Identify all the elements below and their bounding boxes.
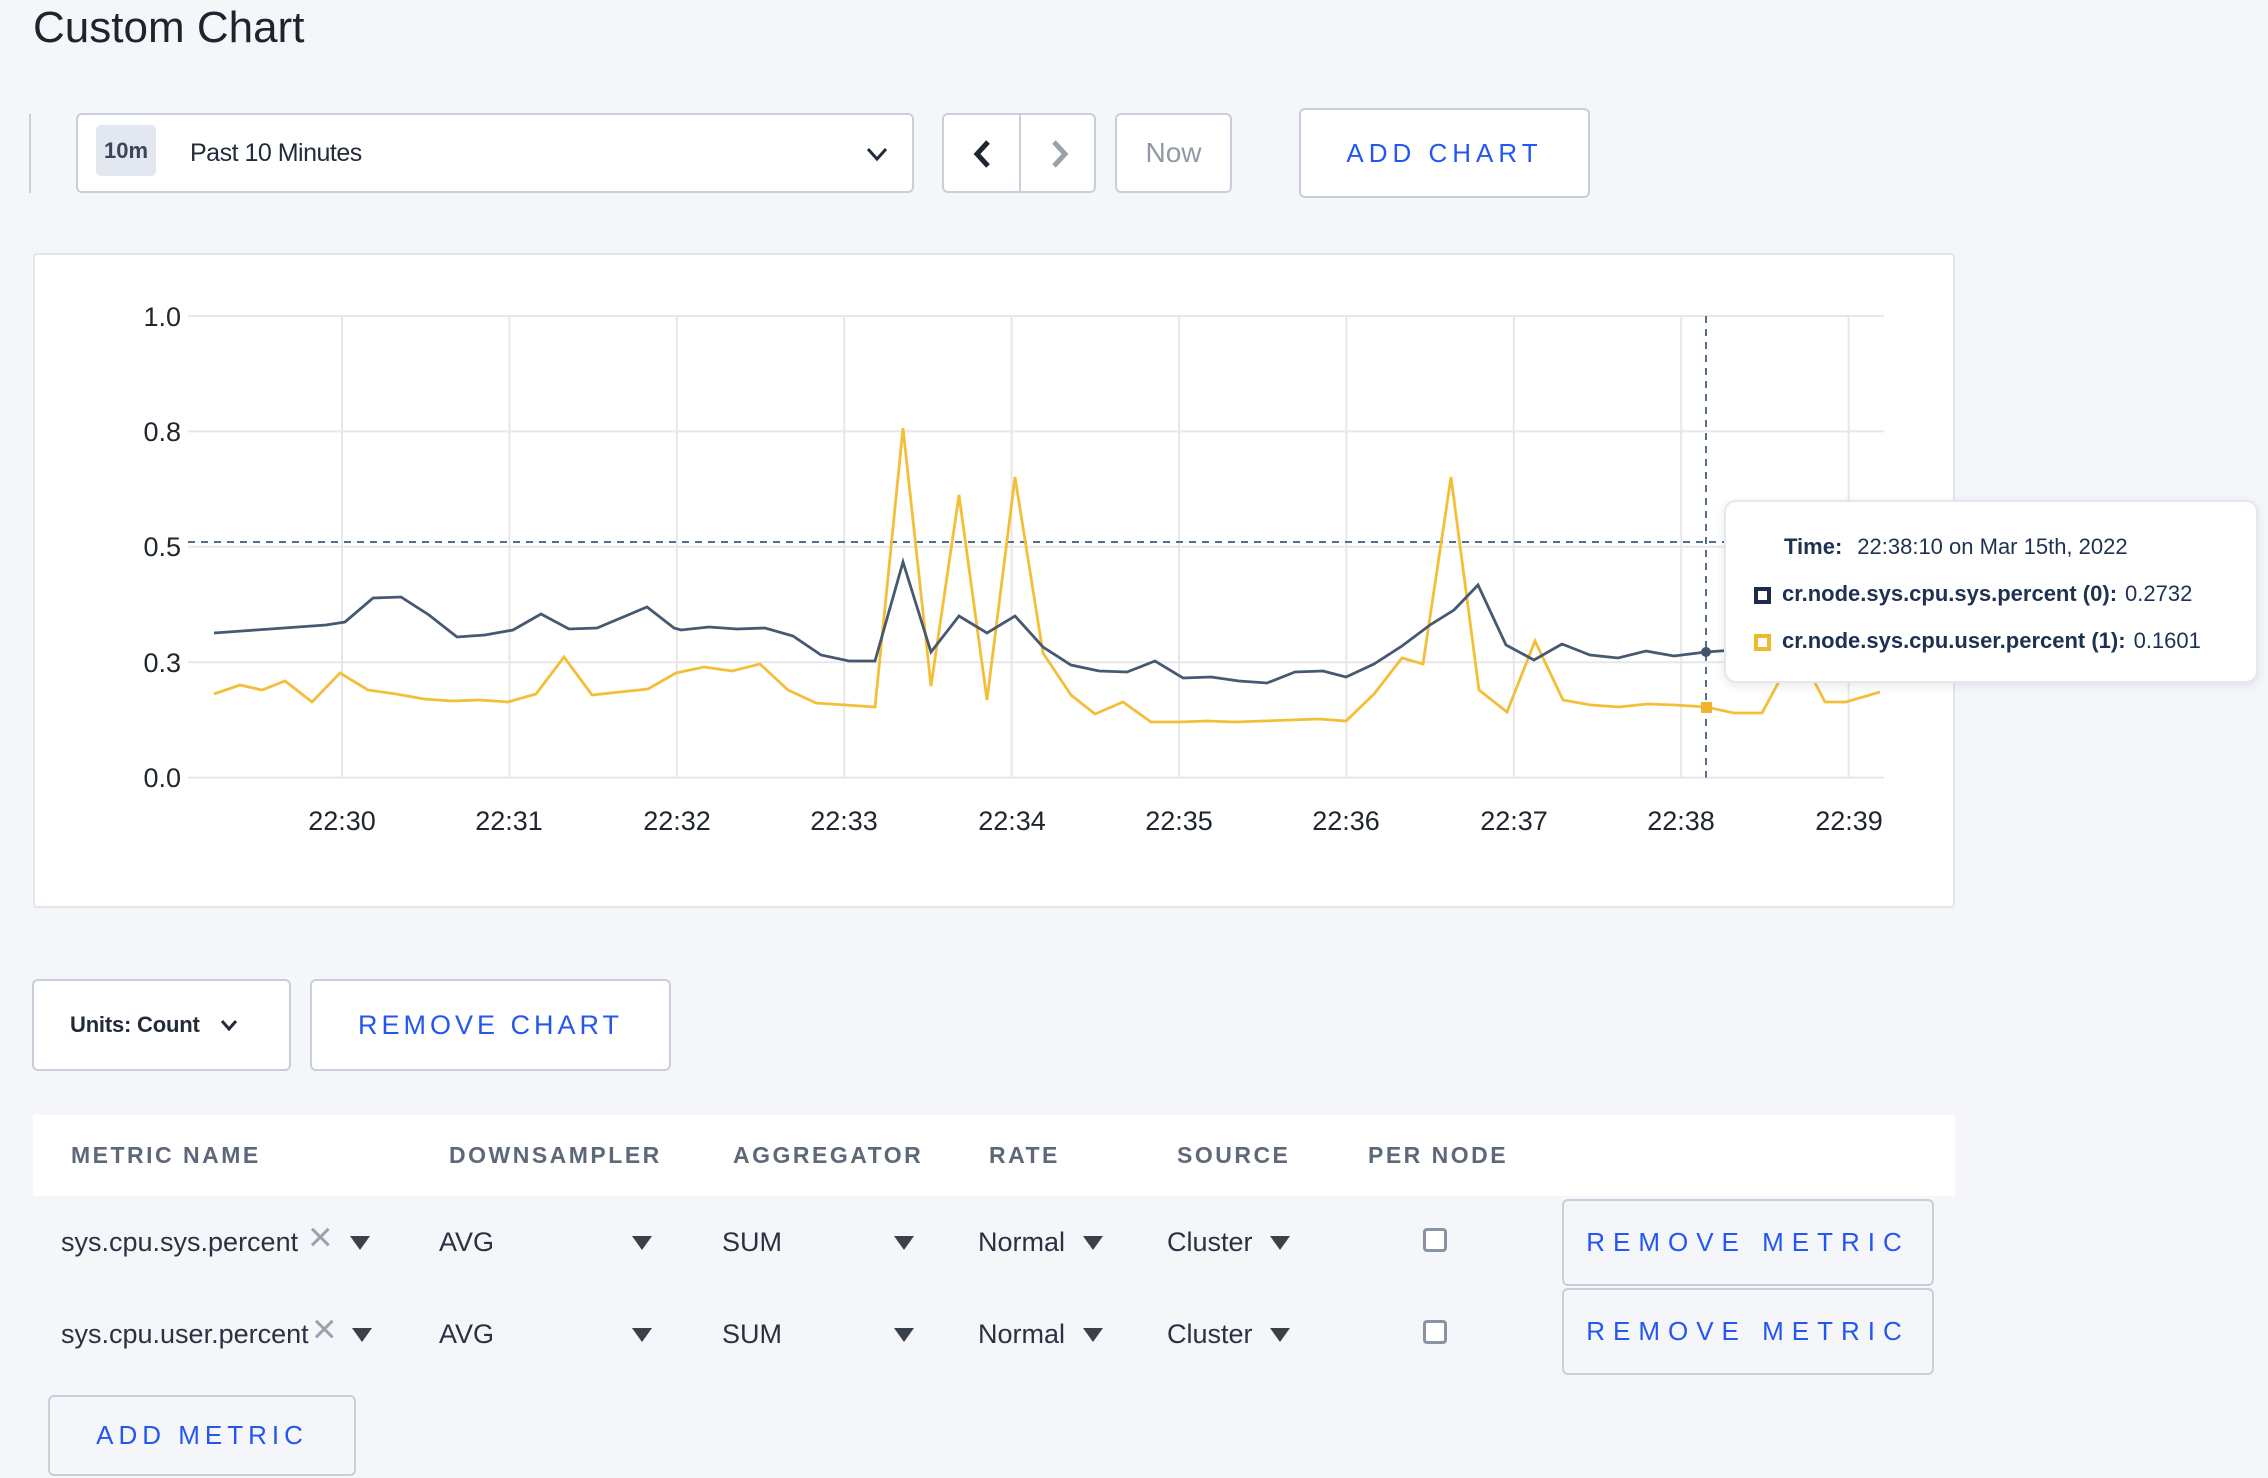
svg-text:22:31: 22:31 [475,806,543,836]
svg-text:22:35: 22:35 [1145,806,1213,836]
svg-text:22:36: 22:36 [1312,806,1380,836]
svg-text:22:38: 22:38 [1647,806,1715,836]
svg-text:22:30: 22:30 [308,806,376,836]
svg-text:0.5: 0.5 [143,532,181,562]
svg-text:0.8: 0.8 [143,417,181,447]
svg-text:22:33: 22:33 [810,806,878,836]
svg-text:1.0: 1.0 [143,302,181,332]
svg-text:22:39: 22:39 [1815,806,1883,836]
svg-text:22:32: 22:32 [643,806,711,836]
svg-text:22:37: 22:37 [1480,806,1548,836]
svg-text:22:34: 22:34 [978,806,1046,836]
svg-text:0.3: 0.3 [143,648,181,678]
svg-text:0.0: 0.0 [143,763,181,793]
